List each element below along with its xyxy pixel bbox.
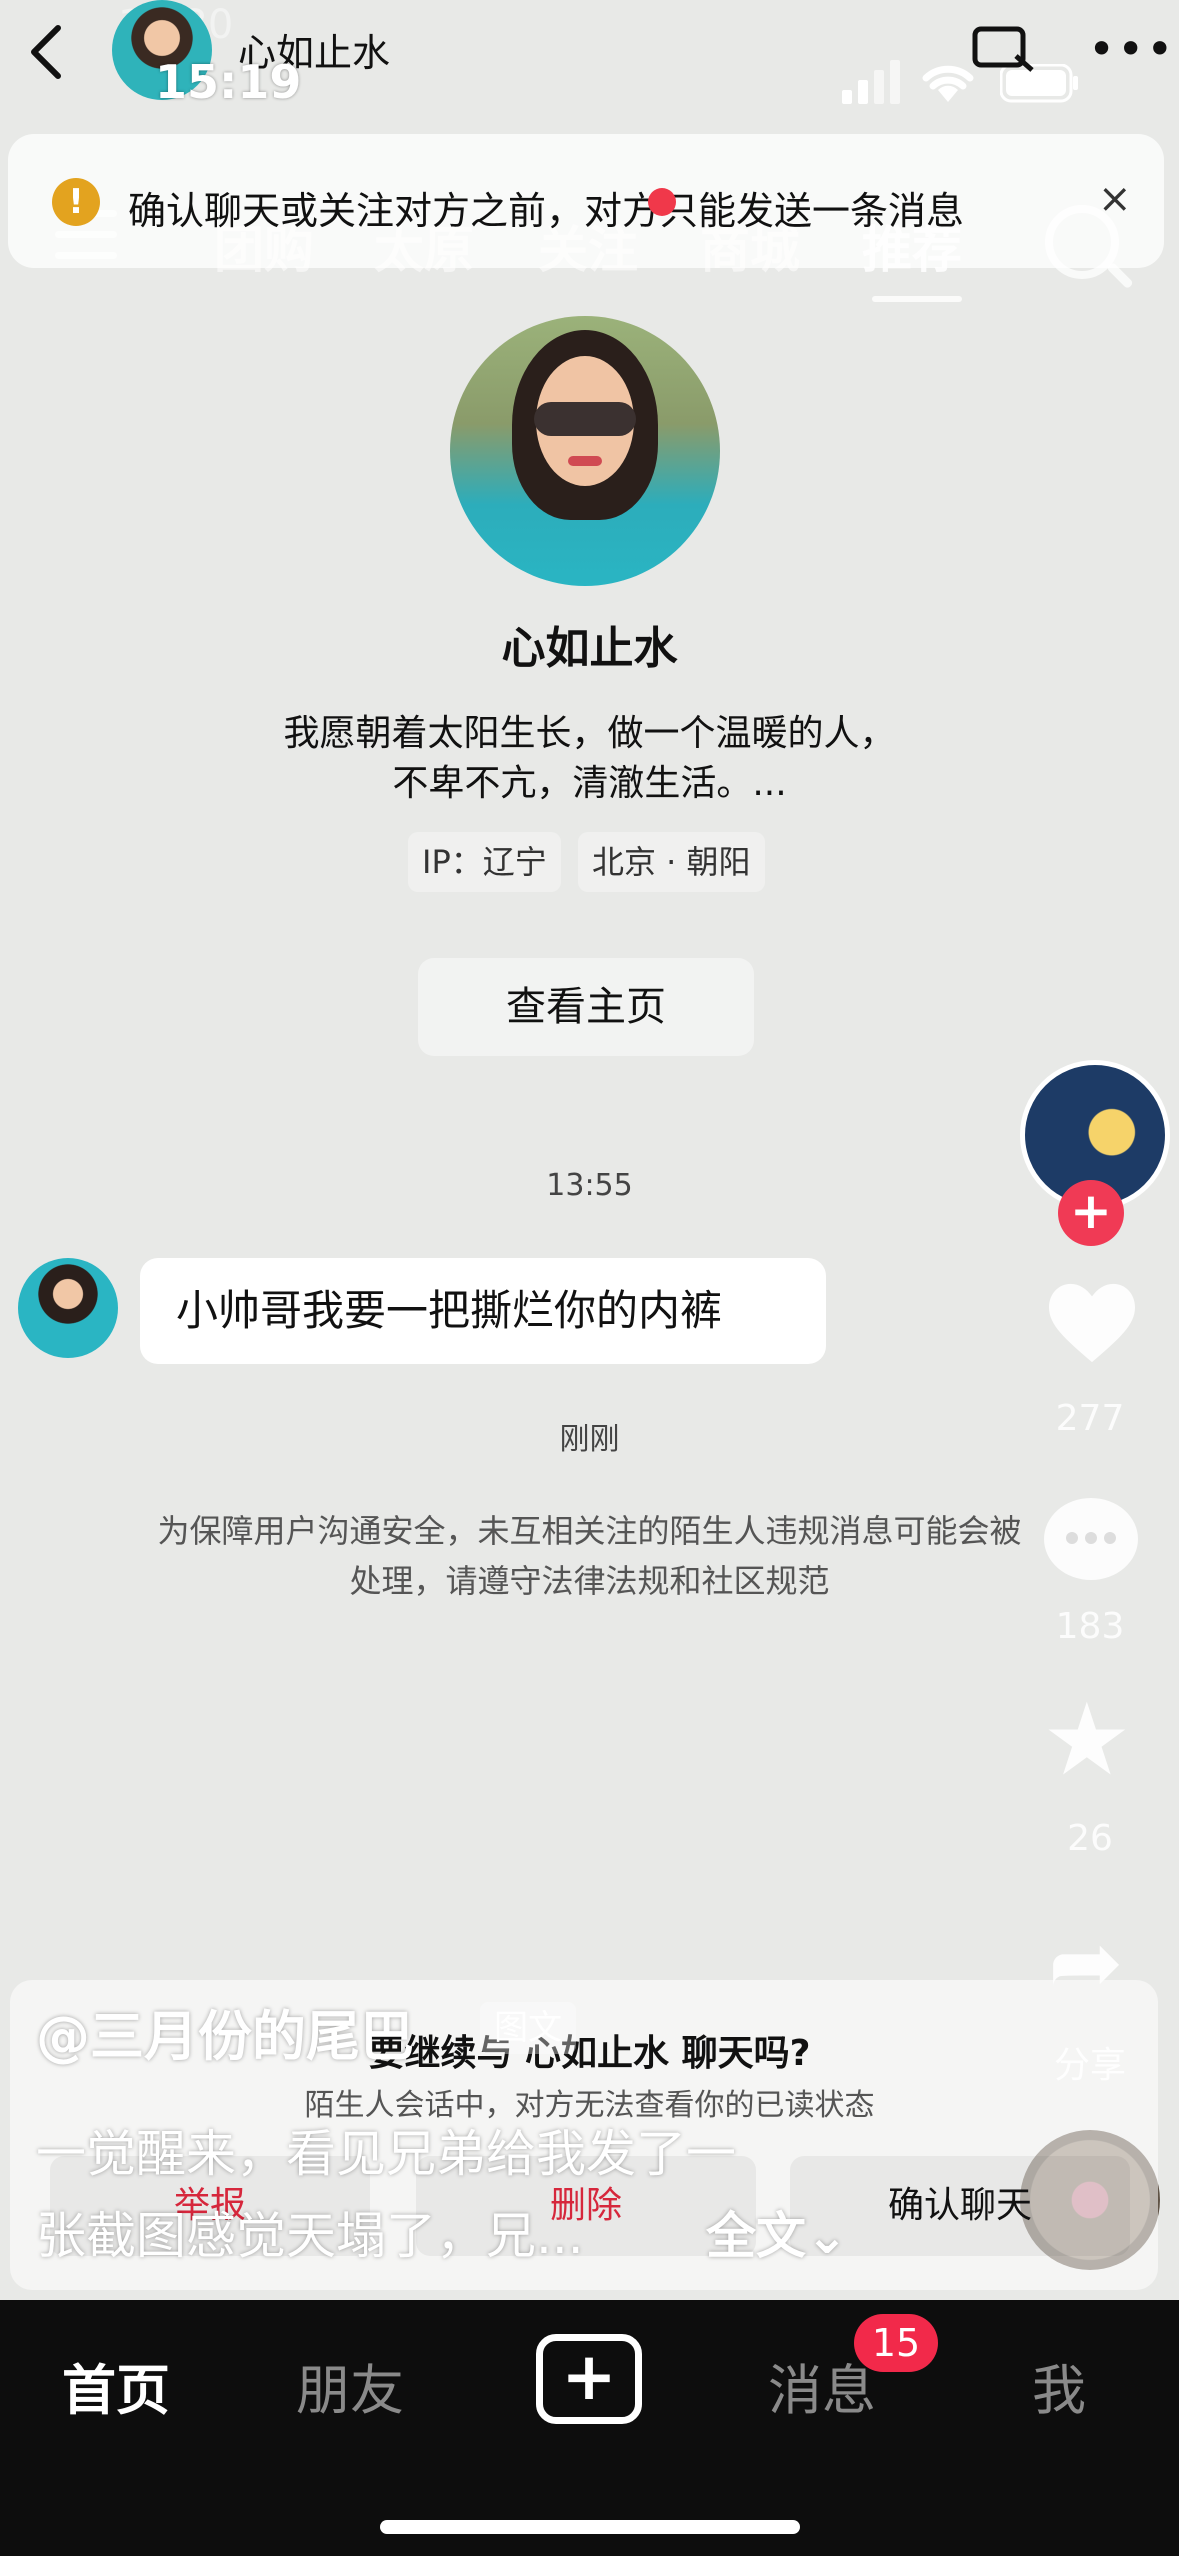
- notice-text: 确认聊天或关注对方之前，对方只能发送一条消息: [128, 189, 965, 233]
- comment-count: 183: [1055, 1606, 1125, 1647]
- close-icon[interactable]: ×: [1098, 176, 1132, 222]
- wifi-icon: [918, 56, 978, 110]
- location-tag: 北京 · 朝阳: [578, 832, 765, 892]
- safety-notice-line1: 为保障用户沟通安全，未互相关注的陌生人违规消息可能会被: [157, 1512, 1022, 1550]
- heart-icon: [1044, 1280, 1140, 1370]
- warning-icon: !: [52, 178, 100, 226]
- video-caption-line2: 张截图感觉天塌了，兄...: [36, 2207, 584, 2265]
- signal-icon: [842, 60, 902, 110]
- profile-avatar[interactable]: [450, 316, 720, 586]
- profile-name: 心如止水: [501, 623, 678, 674]
- profile-bio-line2: 不卑不亢，清澈生活。...: [392, 763, 787, 804]
- tab-friends[interactable]: 朋友: [296, 2346, 404, 2425]
- back-icon[interactable]: [22, 22, 72, 82]
- status-bar-time: 15:19: [155, 55, 302, 109]
- chat-timestamp-now: 刚刚: [559, 1422, 620, 1457]
- chat-message-bubble[interactable]: 小帅哥我要一把撕烂你的内裤: [140, 1258, 826, 1364]
- tab-home[interactable]: 首页: [62, 2346, 170, 2425]
- chat-sender-avatar[interactable]: [18, 1258, 118, 1358]
- favorite-count: 26: [1067, 1818, 1113, 1859]
- cast-icon[interactable]: [972, 26, 1038, 80]
- profile-bio-line1: 我愿朝着太阳生长，做一个温暖的人，: [283, 713, 896, 754]
- photo-type-tag: 图文: [480, 2002, 576, 2054]
- video-caption-line1: 一觉醒来，看见兄弟给我发了一: [36, 2125, 736, 2183]
- create-plus-button[interactable]: +: [536, 2334, 642, 2424]
- chat-timestamp: 13:55: [546, 1168, 633, 1203]
- tab-me[interactable]: 我: [1032, 2346, 1086, 2425]
- ip-tag: IP：辽宁: [408, 832, 561, 892]
- video-author[interactable]: @三月份的尾巴: [36, 1992, 414, 2071]
- tab-underline: [872, 296, 962, 302]
- full-text-link[interactable]: 全文⌄: [706, 2196, 848, 2268]
- messages-badge: 15: [854, 2314, 938, 2372]
- view-homepage-button[interactable]: 查看主页: [418, 958, 754, 1056]
- star-icon: ★: [1042, 1681, 1132, 1798]
- home-indicator: [380, 2520, 800, 2534]
- more-icon[interactable]: •••: [1088, 22, 1175, 76]
- red-dot-indicator: [648, 188, 676, 216]
- safety-notice-line2: 处理，请遵守法律法规和社区规范: [349, 1562, 830, 1600]
